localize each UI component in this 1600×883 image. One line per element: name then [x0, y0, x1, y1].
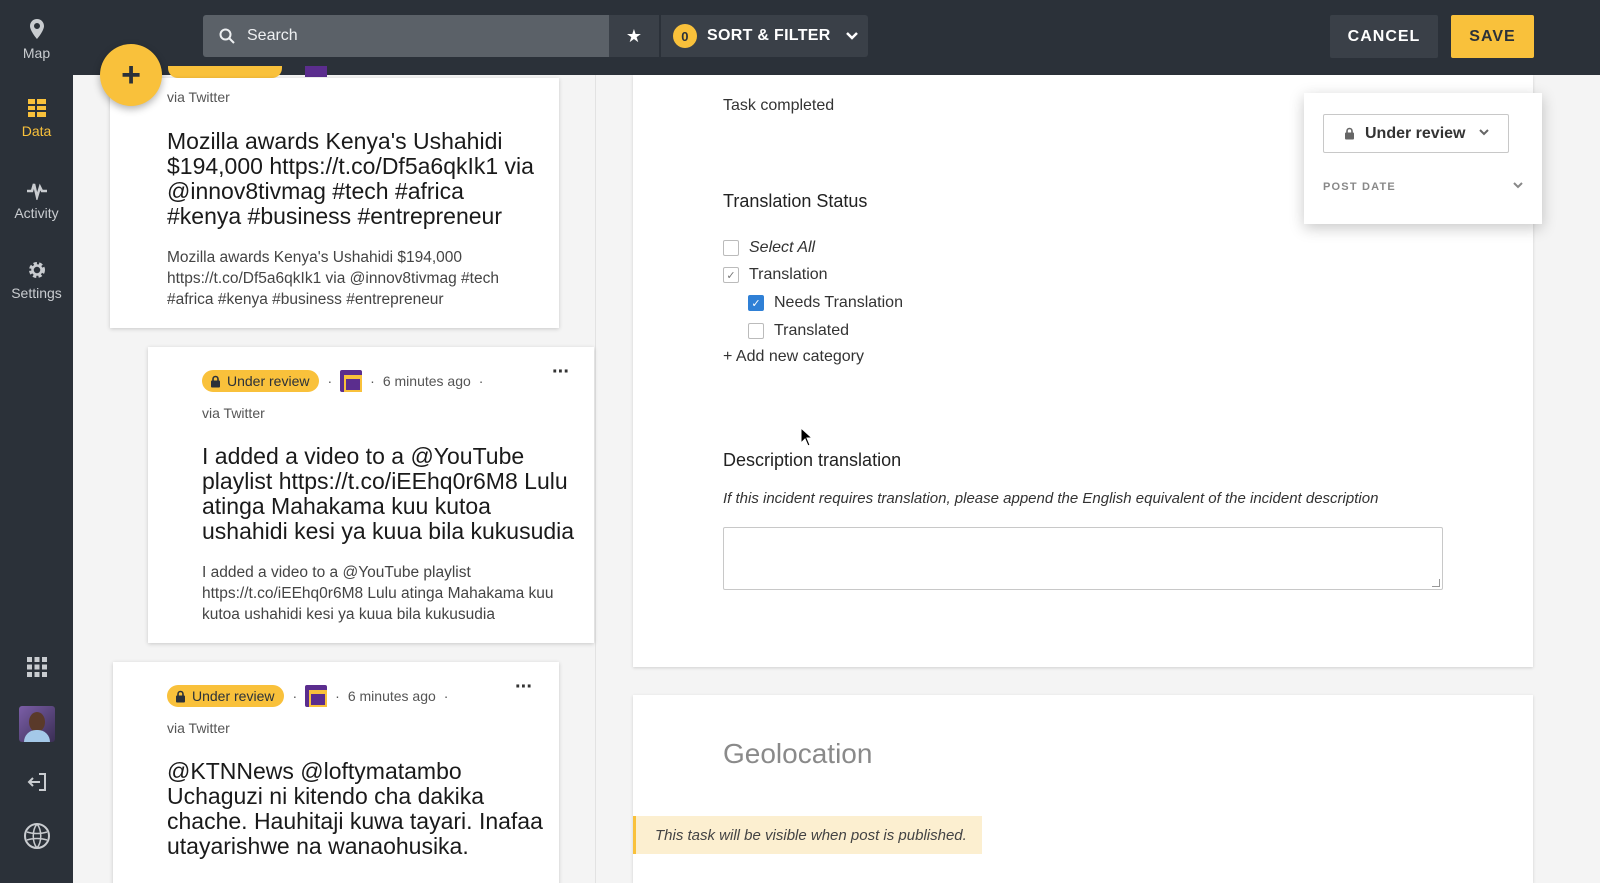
search-icon [219, 28, 235, 44]
resize-handle[interactable] [1432, 579, 1440, 587]
star-icon: ★ [625, 25, 643, 46]
column-divider [595, 75, 596, 883]
status-value: Under review [1365, 124, 1466, 142]
checkbox[interactable] [748, 323, 764, 339]
description-translation-field[interactable] [723, 527, 1443, 590]
nav-item-map[interactable]: Map [0, 18, 73, 61]
checkbox[interactable]: ✓ [748, 295, 764, 311]
nav-item-settings[interactable]: Settings [0, 260, 73, 301]
ushahidi-logo [0, 822, 73, 850]
add-post-button[interactable]: + [100, 44, 162, 106]
chevron-down-icon [845, 32, 858, 40]
source-icon [340, 370, 363, 392]
nav-item-data[interactable]: Data [0, 98, 73, 139]
post-time: 6 minutes ago [347, 688, 436, 704]
sort-filter-label: SORT & FILTER [707, 27, 831, 44]
separator: · [292, 688, 298, 704]
post-card[interactable]: via Twitter Mozilla awards Kenya's Ushah… [110, 78, 559, 328]
post-description: I added a video to a @YouTube playlist h… [202, 564, 554, 623]
chevron-down-icon[interactable] [1512, 181, 1524, 190]
more-options-button[interactable]: ··· [552, 361, 570, 384]
geolocation-label: Geolocation [723, 738, 873, 769]
activity-pulse-icon [26, 183, 47, 200]
description-translation-label: Description translation [723, 450, 902, 470]
status-badge: Under review [202, 370, 320, 392]
source-icon [305, 66, 327, 77]
globe-logo-icon [23, 823, 50, 849]
saved-searches-button[interactable]: ★ [609, 15, 659, 57]
cancel-button[interactable]: CANCEL [1330, 15, 1438, 58]
save-button[interactable]: SAVE [1451, 15, 1534, 58]
post-card[interactable]: Under review · · 6 minutes ago · ··· via… [148, 347, 594, 643]
user-avatar-button[interactable] [0, 706, 73, 742]
post-title: Mozilla awards Kenya's Ushahidi $194,000… [167, 128, 534, 229]
status-badge: Under review [167, 685, 285, 707]
nav-label-data: Data [21, 123, 52, 139]
visibility-notice: This task will be visible when post is p… [633, 816, 982, 854]
nav-label-map: Map [22, 45, 51, 61]
sort-filter-button[interactable]: 0 SORT & FILTER [661, 15, 868, 57]
apps-grid-button[interactable] [0, 657, 73, 677]
separator: · [370, 373, 375, 389]
separator: · [478, 373, 484, 389]
side-nav: Map Data Activity Settings [0, 0, 73, 883]
select-all-checkbox[interactable]: Select All [723, 239, 815, 257]
nav-item-activity[interactable]: Activity [0, 180, 73, 221]
search-placeholder: Search [247, 27, 298, 44]
chevron-down-icon [1479, 129, 1489, 136]
post-source: via Twitter [167, 89, 230, 105]
needs-translation-label: Needs Translation [774, 294, 903, 311]
nav-label-settings: Settings [11, 285, 62, 301]
search-input[interactable]: Search [203, 15, 609, 57]
post-title: I added a video to a @YouTube playlist h… [202, 443, 575, 544]
add-category-link[interactable]: + Add new category [723, 348, 864, 366]
checkbox[interactable]: ✓ [723, 267, 739, 283]
avatar [18, 706, 55, 742]
description-help-text: If this incident requires translation, p… [723, 490, 1379, 507]
logout-button[interactable] [0, 772, 73, 792]
post-meta: Under review · · 6 minutes ago · [202, 370, 491, 392]
separator: · [327, 373, 333, 389]
source-icon [305, 685, 328, 707]
gear-icon [28, 262, 45, 278]
post-source: via Twitter [202, 405, 265, 421]
lock-icon [211, 375, 220, 387]
translation-label: Translation [749, 266, 828, 283]
nav-label-activity: Activity [14, 205, 59, 221]
filter-count-badge: 0 [673, 24, 697, 48]
post-source: via Twitter [167, 720, 230, 736]
status-popover [1304, 93, 1542, 224]
lock-icon [1345, 127, 1354, 140]
more-options-button[interactable]: ··· [515, 676, 533, 699]
status-select[interactable]: Under review [1323, 114, 1509, 153]
map-pin-icon [29, 19, 44, 39]
translation-checkbox[interactable]: ✓ Translation [723, 266, 828, 284]
logout-icon [27, 773, 46, 791]
mouse-cursor-icon [800, 427, 814, 447]
translated-label: Translated [774, 322, 849, 339]
post-meta: Under review · · 6 minutes ago · [167, 685, 456, 707]
post-title: @KTNNews @loftymatambo Uchaguzi ni kiten… [167, 758, 543, 859]
geolocation-panel [633, 695, 1533, 883]
post-date-label[interactable]: POST DATE [1323, 181, 1396, 193]
select-all-label: Select All [749, 239, 816, 256]
translated-checkbox[interactable]: Translated [748, 322, 849, 340]
checkbox[interactable] [723, 240, 739, 256]
separator: · [335, 688, 340, 704]
separator: · [443, 688, 449, 704]
apps-grid-icon [26, 657, 47, 677]
needs-translation-checkbox[interactable]: ✓ Needs Translation [748, 294, 903, 312]
post-description: Mozilla awards Kenya's Ushahidi $194,000… [167, 249, 499, 308]
status-label: Under review [192, 688, 275, 704]
status-badge [168, 66, 282, 78]
post-time: 6 minutes ago [382, 373, 471, 389]
status-label: Under review [227, 373, 310, 389]
post-card[interactable]: Under review · · 6 minutes ago · ··· via… [113, 662, 559, 883]
plus-icon: + [121, 55, 141, 94]
translation-status-label: Translation Status [723, 191, 868, 211]
task-completed-label: Task completed [723, 97, 835, 114]
lock-icon [176, 690, 185, 702]
top-bar: Search ★ 0 SORT & FILTER CANCEL SAVE [73, 0, 1600, 75]
data-list-icon [27, 99, 46, 117]
